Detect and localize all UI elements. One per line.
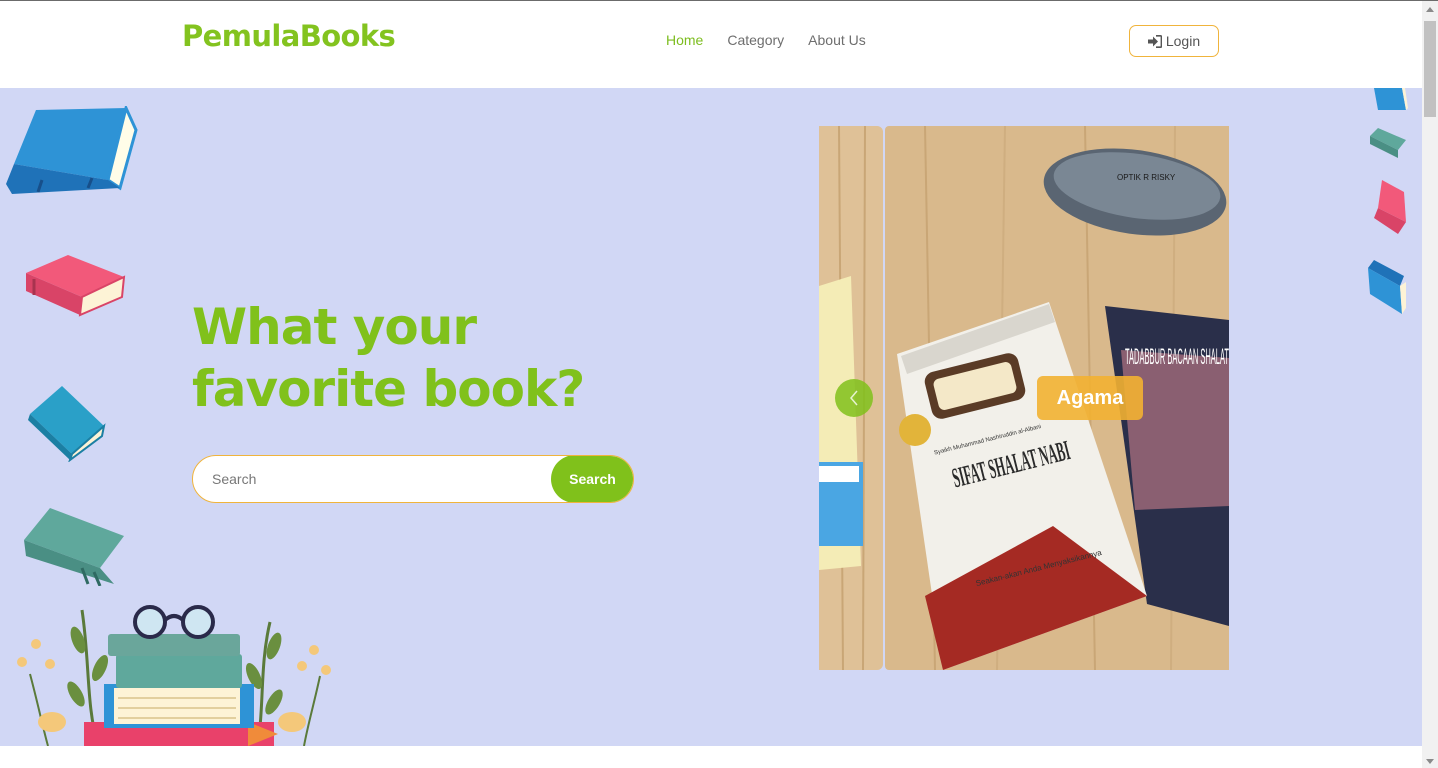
- book-stack-illustration: [17, 605, 331, 746]
- small-blue-book-illustration: [1368, 260, 1406, 314]
- headline-line-2: favorite book?: [192, 360, 585, 418]
- blue-book-illustration: [6, 106, 138, 194]
- hero-section: What your favorite book? Search Search O…: [0, 88, 1422, 746]
- search-bar: Search: [192, 455, 634, 503]
- teal-book-illustration: [28, 386, 106, 462]
- next-section: [0, 746, 1422, 768]
- headline-line-1: What your: [192, 298, 477, 356]
- nav-links: Home Category About Us: [666, 32, 866, 48]
- blue-book-edge-illustration: [1374, 88, 1408, 110]
- category-badge[interactable]: Agama: [1037, 376, 1143, 420]
- sign-in-icon: [1147, 34, 1162, 48]
- login-label: Login: [1165, 33, 1201, 49]
- chevron-left-icon: [850, 390, 858, 406]
- small-green-book-illustration: [1370, 128, 1406, 158]
- category-carousel: OPTIK R RISKY TADABBUR BACAAN SHALAT Sya…: [819, 126, 1229, 670]
- login-button[interactable]: Login: [1129, 25, 1219, 57]
- nav-link-about-us[interactable]: About Us: [808, 32, 866, 48]
- case-label: OPTIK R RISKY: [1117, 173, 1176, 182]
- pink-book-illustration: [26, 255, 126, 317]
- side-book-title: TADABBUR BACAAN SHALAT: [1125, 344, 1229, 369]
- scrollbar-thumb[interactable]: [1424, 21, 1436, 117]
- search-input[interactable]: [193, 456, 562, 502]
- hero-headline: What your favorite book?: [192, 296, 585, 420]
- scroll-up-arrow-icon[interactable]: [1426, 7, 1434, 12]
- brand-logo[interactable]: PemulaBooks: [182, 19, 396, 53]
- small-pink-book-illustration: [1374, 180, 1406, 234]
- scroll-down-arrow-icon[interactable]: [1426, 759, 1434, 764]
- nav-link-category[interactable]: Category: [727, 32, 784, 48]
- search-button[interactable]: Search: [551, 456, 633, 502]
- page-scrollbar[interactable]: [1422, 1, 1438, 768]
- navbar: PemulaBooks Home Category About Us Login: [0, 1, 1422, 88]
- nav-link-home[interactable]: Home: [666, 32, 703, 48]
- green-book-illustration: [24, 508, 124, 586]
- carousel-prev-button[interactable]: [835, 379, 873, 417]
